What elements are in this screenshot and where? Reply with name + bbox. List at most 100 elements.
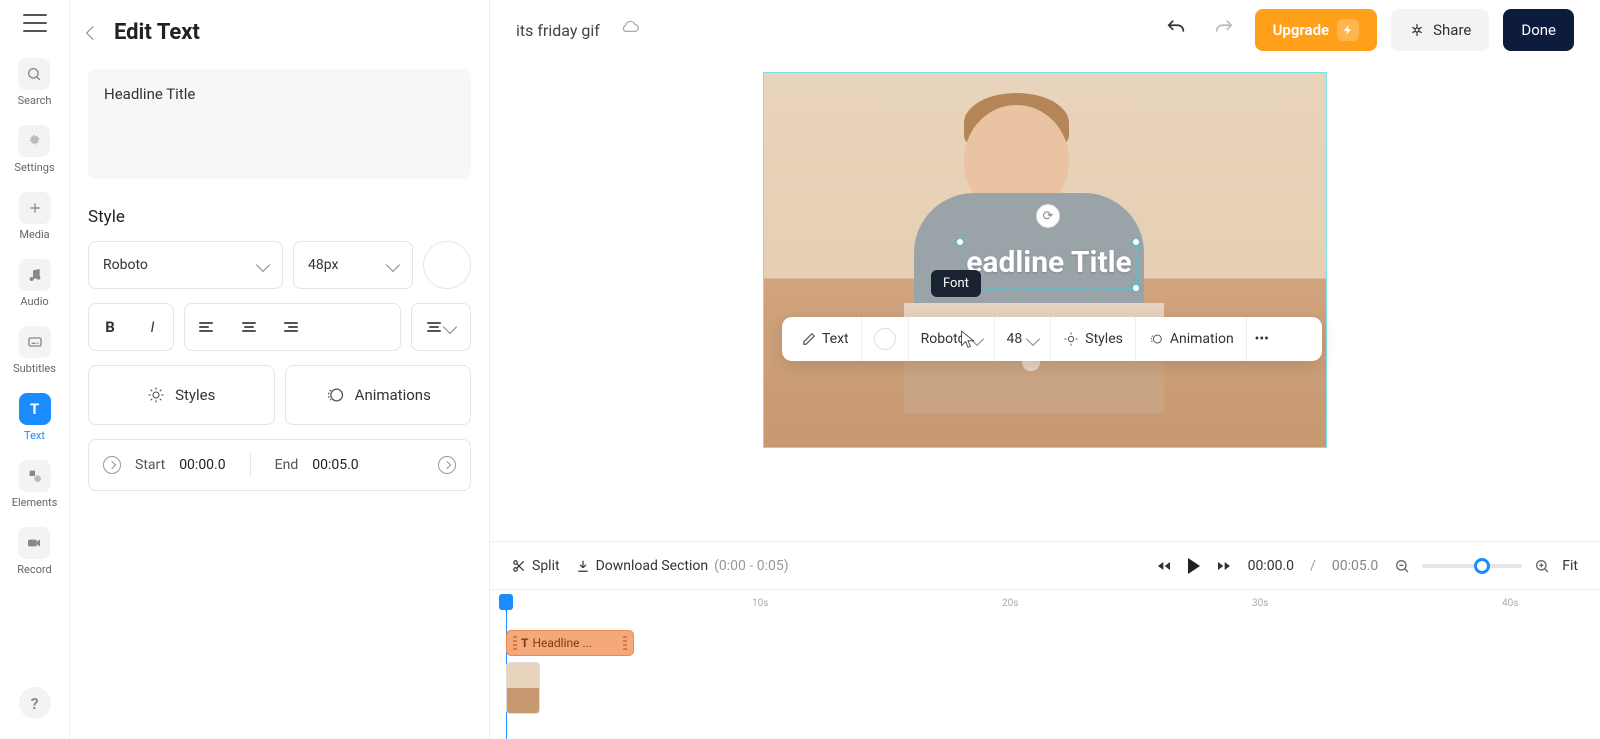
zoom-slider-handle[interactable]: [1474, 558, 1490, 574]
rail-search[interactable]: Search: [18, 58, 52, 107]
search-icon: [18, 58, 50, 90]
time-current: 00:00.0: [1248, 558, 1294, 574]
styles-button[interactable]: Styles: [88, 365, 275, 425]
end-label: End: [275, 457, 299, 473]
bold-button[interactable]: B: [89, 304, 131, 350]
line-height-button[interactable]: [420, 304, 462, 350]
animation-icon: [325, 385, 345, 405]
download-section-button[interactable]: Download Section(0:00 - 0:05): [576, 558, 789, 574]
rail-elements[interactable]: Elements: [12, 460, 58, 509]
align-right-icon: [284, 322, 298, 332]
fb-styles-button[interactable]: Styles: [1051, 317, 1136, 361]
frame-forward-button[interactable]: [1216, 558, 1232, 574]
font-tooltip: Font: [931, 270, 981, 297]
camera-icon: [18, 527, 50, 559]
rail-subtitles[interactable]: Subtitles: [13, 326, 56, 375]
rail-label: Record: [17, 563, 51, 576]
zoom-fit-button[interactable]: Fit: [1562, 558, 1578, 574]
align-center-icon: [242, 322, 256, 332]
fb-size-select[interactable]: 48: [995, 317, 1052, 361]
timeline-ruler[interactable]: 10s 20s 30s 40s 50s: [490, 590, 1600, 618]
rotate-handle[interactable]: ⟳: [1036, 204, 1060, 228]
italic-button[interactable]: I: [131, 304, 173, 350]
clip-label: Headline ...: [532, 636, 592, 650]
align-left-icon: [199, 322, 213, 332]
scissors-icon: [512, 559, 526, 573]
zoom-out-button[interactable]: [1394, 558, 1410, 574]
upgrade-button[interactable]: Upgrade: [1255, 9, 1378, 51]
download-icon: [576, 559, 590, 573]
laptop-edge: [904, 303, 1164, 317]
bolt-icon: [1337, 19, 1359, 41]
clip-grip-right[interactable]: [623, 636, 627, 650]
share-button[interactable]: Share: [1391, 9, 1489, 51]
text-icon: T: [19, 393, 51, 425]
subtitles-icon: [19, 326, 51, 358]
text-clip[interactable]: T Headline ...: [506, 630, 634, 656]
rail-record[interactable]: Record: [17, 527, 51, 576]
align-left-button[interactable]: [185, 304, 227, 350]
color-chip-icon: [874, 328, 896, 350]
end-value[interactable]: 00:05.0: [312, 457, 358, 473]
frame-back-button[interactable]: [1156, 558, 1172, 574]
rail-media[interactable]: Media: [19, 192, 51, 241]
ruler-tick: 40s: [1502, 598, 1518, 609]
zoom-slider[interactable]: [1422, 564, 1522, 568]
rail-audio[interactable]: Audio: [19, 259, 51, 308]
rail-label: Elements: [12, 496, 58, 509]
time-total: 00:05.0: [1332, 558, 1378, 574]
split-button[interactable]: Split: [512, 558, 560, 574]
music-icon: [19, 259, 51, 291]
timing-row[interactable]: Start 00:00.0 End 00:05.0: [88, 439, 471, 491]
color-picker[interactable]: [423, 241, 471, 289]
fb-color-button[interactable]: [862, 317, 909, 361]
start-value[interactable]: 00:00.0: [179, 457, 225, 473]
resize-handle-br[interactable]: [1132, 284, 1140, 292]
project-title[interactable]: its friday gif: [516, 21, 600, 40]
canvas-text-overlay[interactable]: eadline Title: [964, 245, 1134, 280]
animations-button[interactable]: Animations: [285, 365, 472, 425]
fb-text-button[interactable]: Text: [790, 317, 862, 361]
media-clip[interactable]: [506, 662, 540, 714]
play-button[interactable]: [1188, 558, 1200, 574]
rail-text[interactable]: T Text: [19, 393, 51, 442]
redo-button[interactable]: [1207, 11, 1241, 49]
clock-icon: [103, 456, 121, 474]
done-button[interactable]: Done: [1503, 9, 1574, 51]
fb-animation-button[interactable]: Animation: [1136, 317, 1247, 361]
rail-label: Search: [18, 94, 52, 107]
clip-grip-left[interactable]: [513, 636, 517, 650]
floating-toolbar: Text Roboto 48 Styles Animation •••: [782, 317, 1322, 361]
ruler-tick: 10s: [752, 598, 768, 609]
styles-icon: [1063, 331, 1079, 347]
rail-label: Media: [19, 228, 49, 241]
canvas[interactable]: ⟳ eadline Title Font Text Roboto 48 Styl…: [763, 72, 1327, 448]
ruler-tick: 30s: [1252, 598, 1268, 609]
resize-handle-tl[interactable]: [956, 238, 964, 246]
size-select[interactable]: 48px: [293, 241, 413, 289]
panel-title: Edit Text: [114, 20, 200, 45]
pencil-icon: [802, 332, 816, 346]
rail-label: Audio: [20, 295, 48, 308]
timeline[interactable]: 10s 20s 30s 40s 50s T Headline ...: [490, 589, 1600, 739]
undo-button[interactable]: [1159, 11, 1193, 49]
fb-more-button[interactable]: •••: [1247, 317, 1277, 361]
help-button[interactable]: ?: [19, 687, 51, 719]
fb-font-select[interactable]: Roboto: [909, 317, 995, 361]
back-button[interactable]: [88, 28, 98, 38]
styles-icon: [147, 386, 165, 404]
text-input[interactable]: Headline Title: [88, 69, 471, 179]
menu-button[interactable]: [23, 14, 47, 32]
line-height-icon: [427, 322, 441, 332]
zoom-in-button[interactable]: [1534, 558, 1550, 574]
play-icon: [1188, 558, 1200, 574]
start-label: Start: [135, 457, 165, 473]
align-center-button[interactable]: [227, 304, 269, 350]
time-separator: /: [1310, 558, 1316, 574]
align-right-button[interactable]: [269, 304, 311, 350]
rail-settings[interactable]: Settings: [14, 125, 54, 174]
rail-label: Text: [24, 429, 45, 442]
style-heading: Style: [88, 207, 471, 227]
font-select[interactable]: Roboto: [88, 241, 283, 289]
shapes-icon: [19, 460, 51, 492]
